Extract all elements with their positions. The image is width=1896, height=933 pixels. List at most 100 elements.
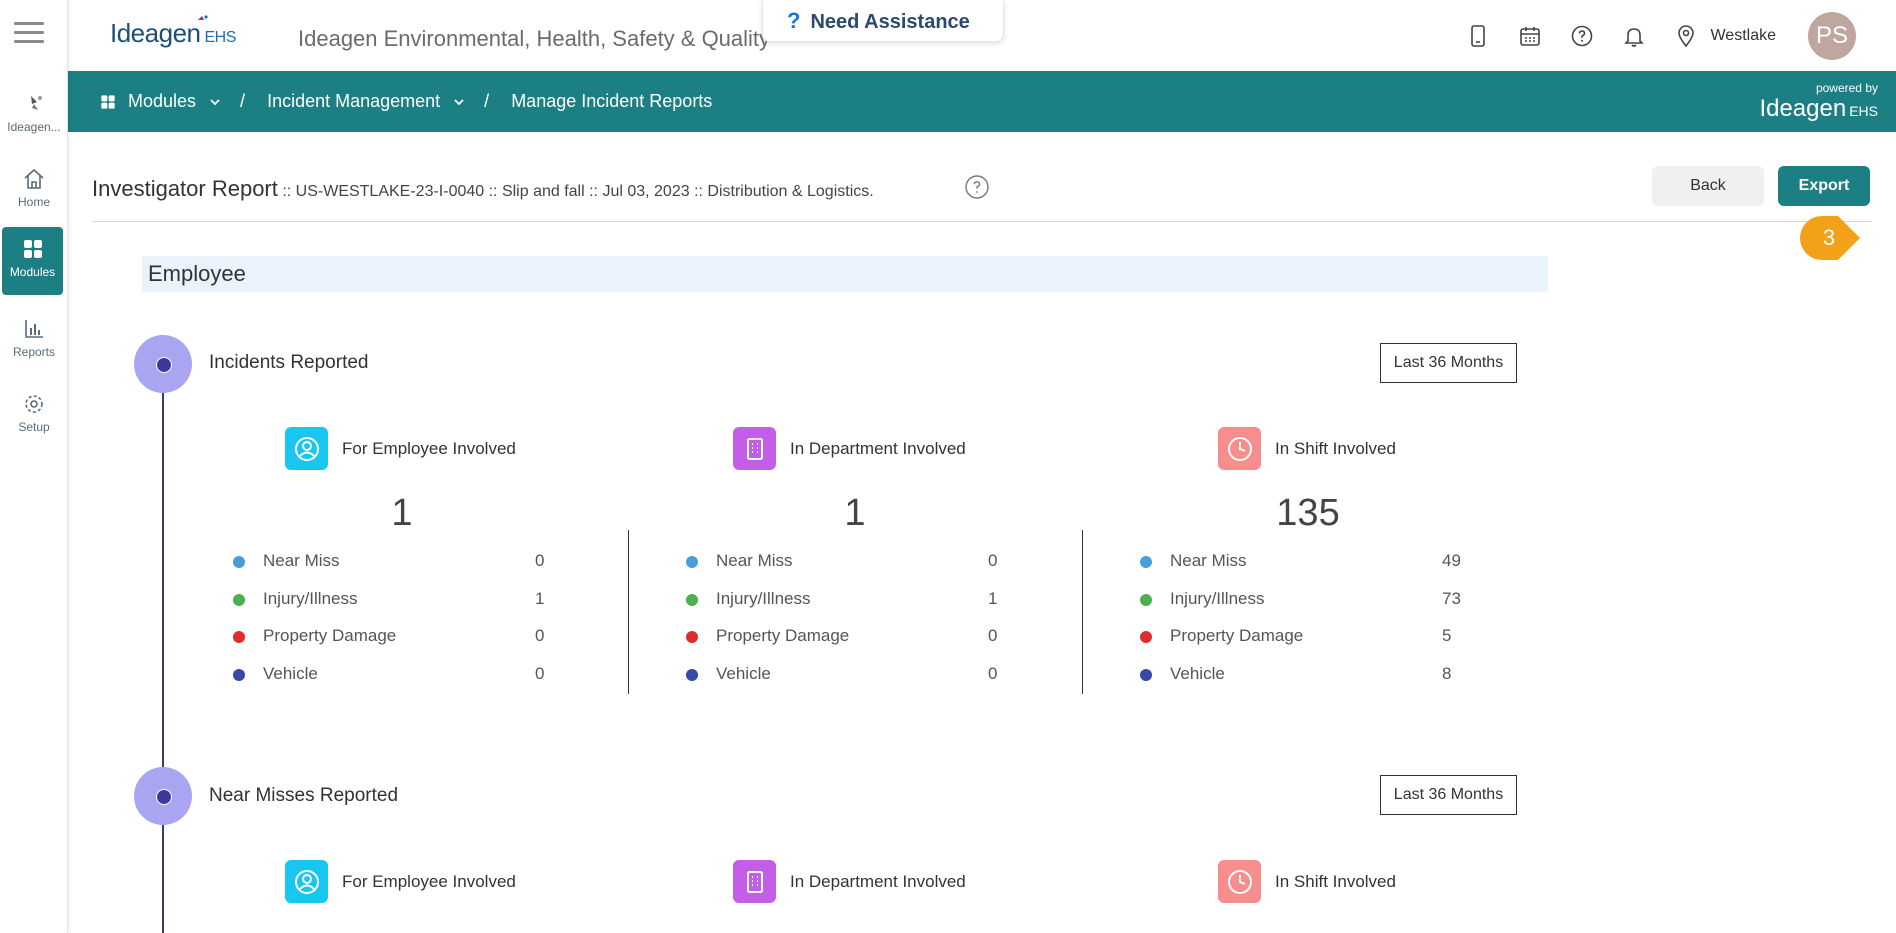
clock-icon: [1218, 427, 1261, 470]
user-avatar[interactable]: PS: [1808, 12, 1856, 60]
metric-shift-involved: In Shift Involved: [1218, 427, 1396, 470]
column-divider: [628, 530, 629, 694]
rail-item-reports[interactable]: Reports: [0, 307, 68, 375]
legend-row: Vehicle 0: [686, 663, 1016, 689]
breadcrumb-incident-management[interactable]: Incident Management: [267, 91, 466, 112]
help-icon[interactable]: [1570, 24, 1594, 48]
report-title: Investigator Report :: US-WESTLAKE-23-I-…: [92, 176, 874, 202]
ideagen-logo-icon: [31, 96, 42, 110]
question-mark-icon: ?: [787, 8, 801, 33]
timeline-dot: [134, 767, 192, 825]
export-button[interactable]: Export: [1778, 166, 1870, 206]
timeline-line: [162, 360, 164, 933]
metric-employee-involved: For Employee Involved: [285, 860, 516, 903]
metric-label: In Department Involved: [790, 438, 966, 458]
location-label[interactable]: Westlake: [1710, 27, 1776, 45]
chevron-down-icon: [454, 98, 464, 105]
bell-icon[interactable]: [1622, 24, 1646, 48]
bar-chart-icon: [25, 320, 43, 338]
clock-icon: [1218, 860, 1261, 903]
metric-label: For Employee Involved: [342, 438, 516, 458]
breadcrumb-label: Modules: [128, 91, 197, 111]
home-icon: [24, 168, 44, 189]
metric-label: In Department Involved: [790, 871, 966, 891]
powered-by-text: powered by: [1815, 81, 1878, 95]
section-title: Employee: [142, 256, 1548, 292]
range-selector[interactable]: Last 36 Months: [1380, 775, 1517, 815]
breadcrumb-separator: /: [484, 91, 490, 111]
logo-mark-icon: [198, 15, 208, 20]
metric-label: For Employee Involved: [342, 871, 516, 891]
powered-logo-text: Ideagen: [1759, 95, 1847, 122]
powered-by-logo: powered by Ideagen EHS: [1759, 81, 1878, 123]
legend-row: Injury/Illness 1: [233, 588, 563, 614]
legend-row: Near Miss 49: [1140, 550, 1470, 576]
app-title: Ideagen Environmental, Health, Safety & …: [298, 26, 771, 51]
header-icon-group: Westlake PS: [1438, 12, 1856, 60]
breadcrumb-label: Manage Incident Reports: [511, 91, 713, 111]
metric-department-involved: In Department Involved: [733, 427, 966, 470]
breadcrumb-manage-incident-reports[interactable]: Manage Incident Reports: [511, 91, 712, 112]
left-rail: Ideagen... Home Modules Reports Setup: [0, 0, 68, 933]
building-icon: [733, 427, 776, 470]
back-button[interactable]: Back: [1652, 166, 1764, 206]
rail-item-label: Setup: [18, 420, 50, 434]
gear-icon: [25, 395, 43, 413]
report-meta: :: US-WESTLAKE-23-I-0040 :: Slip and fal…: [277, 183, 874, 200]
metric-employee-involved: For Employee Involved: [285, 427, 516, 470]
need-assistance-button[interactable]: ? Need Assistance: [762, 0, 1004, 42]
legend-row: Property Damage 0: [233, 625, 563, 651]
metric-total: 135: [1276, 492, 1340, 534]
breadcrumb-separator: /: [240, 91, 246, 111]
legend-row: Property Damage 0: [686, 625, 1016, 651]
range-selector[interactable]: Last 36 Months: [1380, 343, 1517, 383]
user-circle-icon: [285, 860, 328, 903]
legend-row: Injury/Illness 73: [1140, 588, 1470, 614]
report-header: Investigator Report :: US-WESTLAKE-23-I-…: [92, 166, 1872, 222]
step-badge: 3: [1798, 214, 1862, 262]
legend-row: Near Miss 0: [233, 550, 563, 576]
chevron-down-icon: [210, 98, 220, 105]
grid-icon: [101, 94, 115, 109]
need-assistance-label: Need Assistance: [810, 11, 970, 33]
app-root: Ideagen... Home Modules Reports Setup Id…: [0, 0, 1896, 933]
timeline-dot: [134, 335, 192, 393]
block-title: Incidents Reported: [209, 352, 369, 373]
legend-row: Injury/Illness 1: [686, 588, 1016, 614]
step-badge-number: 3: [1822, 225, 1836, 250]
location-pin-icon[interactable]: [1674, 24, 1698, 48]
breadcrumb-modules[interactable]: Modules: [100, 91, 222, 112]
metric-total: 1: [844, 492, 866, 534]
rail-item-modules[interactable]: Modules: [2, 227, 63, 295]
ideagen-ehs-logo[interactable]: Ideagen EHS: [110, 15, 236, 49]
legend-row: Property Damage 5: [1140, 625, 1470, 651]
logo-text: Ideagen: [110, 18, 201, 48]
powered-logo-suffix: EHS: [1849, 103, 1878, 119]
legend-row: Vehicle 8: [1140, 663, 1470, 689]
rail-item-home[interactable]: Home: [0, 157, 68, 225]
rail-item-label: Ideagen...: [7, 120, 61, 134]
metric-shift-involved: In Shift Involved: [1218, 860, 1396, 903]
column-divider: [1082, 530, 1083, 694]
mobile-icon[interactable]: [1466, 24, 1490, 48]
breadcrumb-bar: Modules / Incident Management / Manage I…: [68, 71, 1896, 132]
rail-item-label: Reports: [12, 345, 56, 359]
grid-icon: [23, 240, 42, 258]
rail-item-label: Modules: [9, 265, 56, 279]
building-icon: [733, 860, 776, 903]
logo-suffix: EHS: [204, 29, 236, 46]
metric-label: In Shift Involved: [1275, 871, 1396, 891]
metric-total: 1: [391, 492, 413, 534]
report-title-text: Investigator Report: [92, 176, 278, 201]
legend-row: Vehicle 0: [233, 663, 563, 689]
help-circle-icon[interactable]: [964, 174, 990, 200]
calendar-icon[interactable]: [1518, 24, 1542, 48]
legend-row: Near Miss 0: [686, 550, 1016, 576]
rail-item-label: Home: [17, 195, 50, 209]
block-title: Near Misses Reported: [209, 785, 399, 806]
breadcrumb-label: Incident Management: [267, 91, 441, 111]
rail-item-ideagen[interactable]: Ideagen...: [0, 82, 68, 150]
rail-item-setup[interactable]: Setup: [0, 382, 68, 450]
metric-label: In Shift Involved: [1275, 438, 1396, 458]
hamburger-menu-icon[interactable]: [14, 22, 44, 44]
